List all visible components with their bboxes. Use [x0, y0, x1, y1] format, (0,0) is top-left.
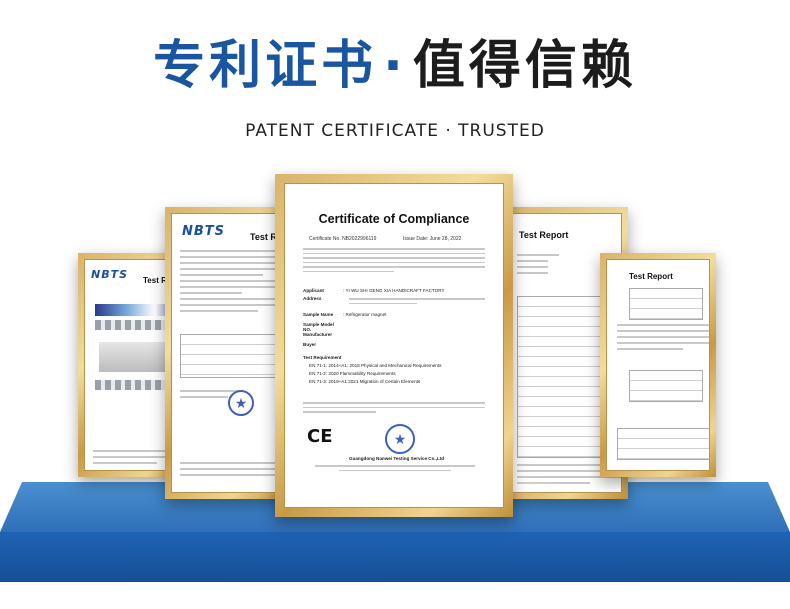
- doc-heading: Test R: [250, 232, 277, 242]
- seal-stamp: ★: [228, 390, 254, 416]
- requirement-2: EN 71-2: 2020 Flammability Requirements: [309, 371, 396, 376]
- issuer-address: [315, 465, 475, 474]
- address-row: Address: [303, 296, 322, 301]
- requirement-3: EN 71-3: 2019+A1:2021 Migration of Certa…: [309, 379, 421, 384]
- seal-stamp: ★: [385, 424, 415, 454]
- doc-heading: Test Report: [519, 230, 569, 240]
- text-block: [617, 324, 709, 354]
- sample-model-row: Sample Model NO.: [303, 322, 334, 332]
- test-requirement-label: Test Requirement: [303, 355, 342, 360]
- doc-heading: Test Report: [629, 272, 673, 281]
- text-block: [180, 250, 284, 316]
- certificate-center: Certificate of Compliance Certificate No…: [275, 174, 513, 517]
- buyer-row: Buyer: [303, 342, 317, 347]
- issuer-name: Guangdong Nanwei Testing Service Co.,Ltd: [349, 456, 445, 461]
- certificate-number: Certificate No. NB2022996119: [309, 236, 377, 242]
- requirement-1: EN 71-1: 2014+A1: 2018 Physical and Mech…: [309, 363, 442, 368]
- certificate-title: Certificate of Compliance: [318, 212, 470, 226]
- closing-text: [303, 402, 485, 416]
- results-table: [617, 428, 709, 460]
- stage-front-face: [0, 532, 790, 582]
- nbts-logo: NBTS: [182, 224, 226, 239]
- certificate-display: NBTS Test Re NBTS Test R ★ Test Report T…: [0, 0, 790, 609]
- sample-photo: [99, 342, 173, 372]
- address-text: [349, 298, 485, 307]
- manufacturer-row: Manufacturer: [303, 332, 333, 337]
- ce-mark: CE: [307, 426, 333, 447]
- stage-base: [0, 582, 790, 609]
- results-table: [629, 288, 703, 320]
- sample-name-row: Sample Name: Refrigerator magnet: [303, 312, 387, 317]
- issue-date: Issue Date: June 28, 2022: [403, 236, 462, 242]
- certificate-far-right: Test Report: [600, 253, 716, 477]
- results-table: [180, 334, 284, 378]
- certificate-left: NBTS Test R ★: [165, 207, 291, 499]
- nbts-logo: NBTS: [91, 268, 129, 281]
- applicant-row: Applicant: YI WU SHI GENG XIA HANDICRAFT…: [303, 288, 445, 293]
- intro-text: [303, 248, 485, 275]
- results-table: [629, 370, 703, 402]
